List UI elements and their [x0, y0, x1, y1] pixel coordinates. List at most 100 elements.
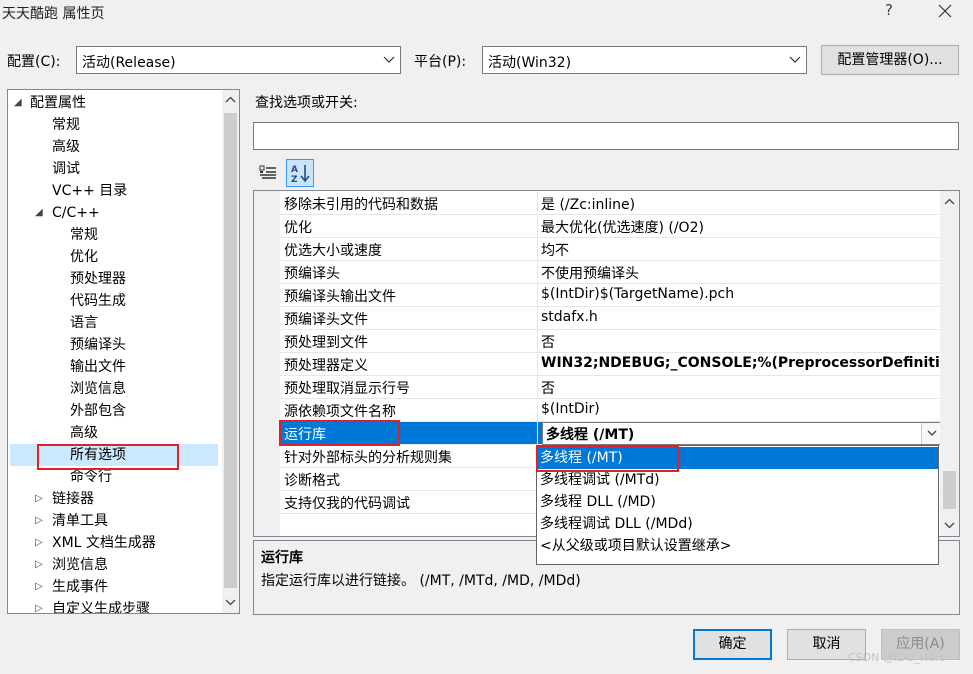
grid-row[interactable]: 预编译头 不使用预编译头	[280, 261, 941, 284]
column-divider	[537, 284, 538, 307]
grid-row[interactable]: 移除未引用的代码和数据 是 (/Zc:inline)	[280, 192, 941, 215]
tree-item[interactable]: XML 文档生成器	[52, 532, 156, 554]
dropdown-option[interactable]: 多线程调试 (/MTd)	[537, 469, 938, 491]
property-value: stdafx.h	[541, 309, 598, 325]
tree-scrollbar[interactable]	[222, 90, 239, 613]
property-value: $(IntDir)	[541, 401, 600, 417]
tree-item[interactable]: 预处理器	[70, 268, 126, 290]
chevron-down-icon	[383, 56, 395, 63]
platform-value: 活动(Win32)	[488, 55, 572, 71]
tree-item[interactable]: 外部包含	[70, 400, 126, 422]
tree-expander-icon[interactable]: ▷	[35, 581, 43, 592]
highlight-box-tree	[37, 444, 179, 470]
tree-item[interactable]: 自定义生成步骤	[52, 598, 150, 613]
tree-item[interactable]: 预编译头	[70, 334, 126, 356]
column-divider	[537, 192, 538, 215]
sort-az-icon: A Z	[291, 165, 310, 185]
property-name: 预处理取消显示行号	[284, 381, 410, 397]
grid-row[interactable]: 预编译头输出文件 $(IntDir)$(TargetName).pch	[280, 284, 941, 307]
grid-row[interactable]: 预处理取消显示行号 否	[280, 376, 941, 399]
grid-row[interactable]: 预处理到文件 否	[280, 330, 941, 353]
svg-text:Z: Z	[291, 175, 298, 185]
property-name: 优选大小或速度	[284, 243, 382, 259]
close-icon	[938, 4, 952, 18]
property-value: WIN32;NDEBUG;_CONSOLE;%(PreprocessorDefi…	[541, 355, 960, 371]
highlight-box-option	[536, 445, 679, 472]
column-divider	[537, 376, 538, 399]
tree-item[interactable]: 代码生成	[70, 290, 126, 312]
config-value: 活动(Release)	[82, 55, 176, 71]
chevron-up-icon[interactable]	[944, 198, 955, 206]
grid-row[interactable]: 优化 最大优化(优选速度) (/O2)	[280, 215, 941, 238]
ok-button[interactable]: 确定	[693, 629, 772, 660]
tree-item[interactable]: 调试	[52, 158, 80, 180]
runtime-library-select[interactable]: 多线程 (/MT)	[542, 422, 942, 445]
platform-select[interactable]: 活动(Win32)	[482, 46, 807, 74]
property-value: 不使用预编译头	[541, 266, 639, 282]
property-name: 支持仅我的代码调试	[284, 496, 410, 512]
chevron-up-icon[interactable]	[225, 96, 236, 104]
alphabetical-view-button[interactable]: A Z	[286, 159, 314, 187]
tree-item[interactable]: 浏览信息	[52, 554, 108, 576]
tree-item[interactable]: 常规	[70, 224, 98, 246]
search-input[interactable]	[253, 122, 959, 150]
property-name: 预编译头输出文件	[284, 289, 396, 305]
tree-expander-icon[interactable]: ▷	[35, 493, 43, 504]
tree-expander-icon[interactable]: ◢	[14, 97, 22, 108]
config-select[interactable]: 活动(Release)	[76, 46, 401, 74]
chevron-down-icon	[927, 430, 937, 436]
grid-row[interactable]: 预处理器定义 WIN32;NDEBUG;_CONSOLE;%(Preprocess…	[280, 353, 959, 376]
config-label: 配置(C):	[7, 54, 61, 70]
tree-item[interactable]: 高级	[70, 422, 98, 444]
dropdown-option[interactable]: <从父级或项目默认设置继承>	[537, 535, 938, 557]
dropdown-button[interactable]	[921, 423, 941, 444]
chevron-down-icon	[789, 56, 801, 63]
dropdown-option[interactable]: 多线程 DLL (/MD)	[537, 491, 938, 513]
categorized-view-button[interactable]	[254, 159, 282, 187]
column-divider	[537, 330, 538, 353]
grid-gutter	[254, 191, 280, 536]
property-value: 最大优化(优选速度) (/O2)	[541, 220, 704, 236]
tree-item[interactable]: 浏览信息	[70, 378, 126, 400]
watermark: CSDN @IDO_Hero	[848, 651, 946, 664]
column-divider	[537, 353, 538, 376]
categorized-icon	[259, 165, 276, 179]
chevron-down-icon[interactable]	[944, 521, 955, 529]
tree-expander-icon[interactable]: ▷	[35, 559, 43, 570]
grid-scroll-thumb[interactable]	[943, 471, 956, 509]
help-button[interactable]: ?	[878, 1, 900, 23]
tree-expander-icon[interactable]: ▷	[35, 603, 43, 613]
property-name: 预编译头文件	[284, 312, 368, 328]
grid-row[interactable]: 优选大小或速度 均不	[280, 238, 941, 261]
window-title: 天天酷跑 属性页	[2, 6, 105, 22]
tree-item[interactable]: 语言	[70, 312, 98, 334]
tree-scroll-thumb[interactable]	[224, 113, 237, 588]
column-divider	[537, 261, 538, 284]
chevron-down-icon[interactable]	[225, 598, 236, 606]
dropdown-option[interactable]: 多线程调试 DLL (/MDd)	[537, 513, 938, 535]
property-name: 源依赖项文件名称	[284, 404, 396, 420]
svg-text:A: A	[291, 165, 298, 175]
property-name: 预编译头	[284, 266, 340, 282]
tree-expander-icon[interactable]: ◢	[35, 207, 43, 218]
tree-item[interactable]: 配置属性	[30, 92, 86, 114]
tree-item[interactable]: 高级	[52, 136, 80, 158]
grid-scrollbar[interactable]	[940, 191, 959, 536]
tree-item[interactable]: C/C++	[52, 202, 100, 224]
tree-item[interactable]: 链接器	[52, 488, 94, 510]
tree-item[interactable]: 输出文件	[70, 356, 126, 378]
close-button[interactable]	[932, 0, 958, 24]
tree-item[interactable]: VC++ 目录	[52, 180, 127, 202]
grid-row[interactable]: 预编译头文件 stdafx.h	[280, 307, 941, 330]
config-manager-button[interactable]: 配置管理器(O)...	[821, 45, 959, 75]
grid-row[interactable]: 源依赖项文件名称 $(IntDir)	[280, 399, 941, 422]
property-value: 均不	[541, 243, 569, 259]
tree-expander-icon[interactable]: ▷	[35, 515, 43, 526]
tree-item[interactable]: 清单工具	[52, 510, 108, 532]
tree-expander-icon[interactable]: ▷	[35, 537, 43, 548]
tree-item[interactable]: 常规	[52, 114, 80, 136]
tree-item[interactable]: 优化	[70, 246, 98, 268]
property-value: 是 (/Zc:inline)	[541, 197, 636, 213]
property-value: 多线程 (/MT)	[546, 427, 635, 443]
tree-item[interactable]: 生成事件	[52, 576, 108, 598]
